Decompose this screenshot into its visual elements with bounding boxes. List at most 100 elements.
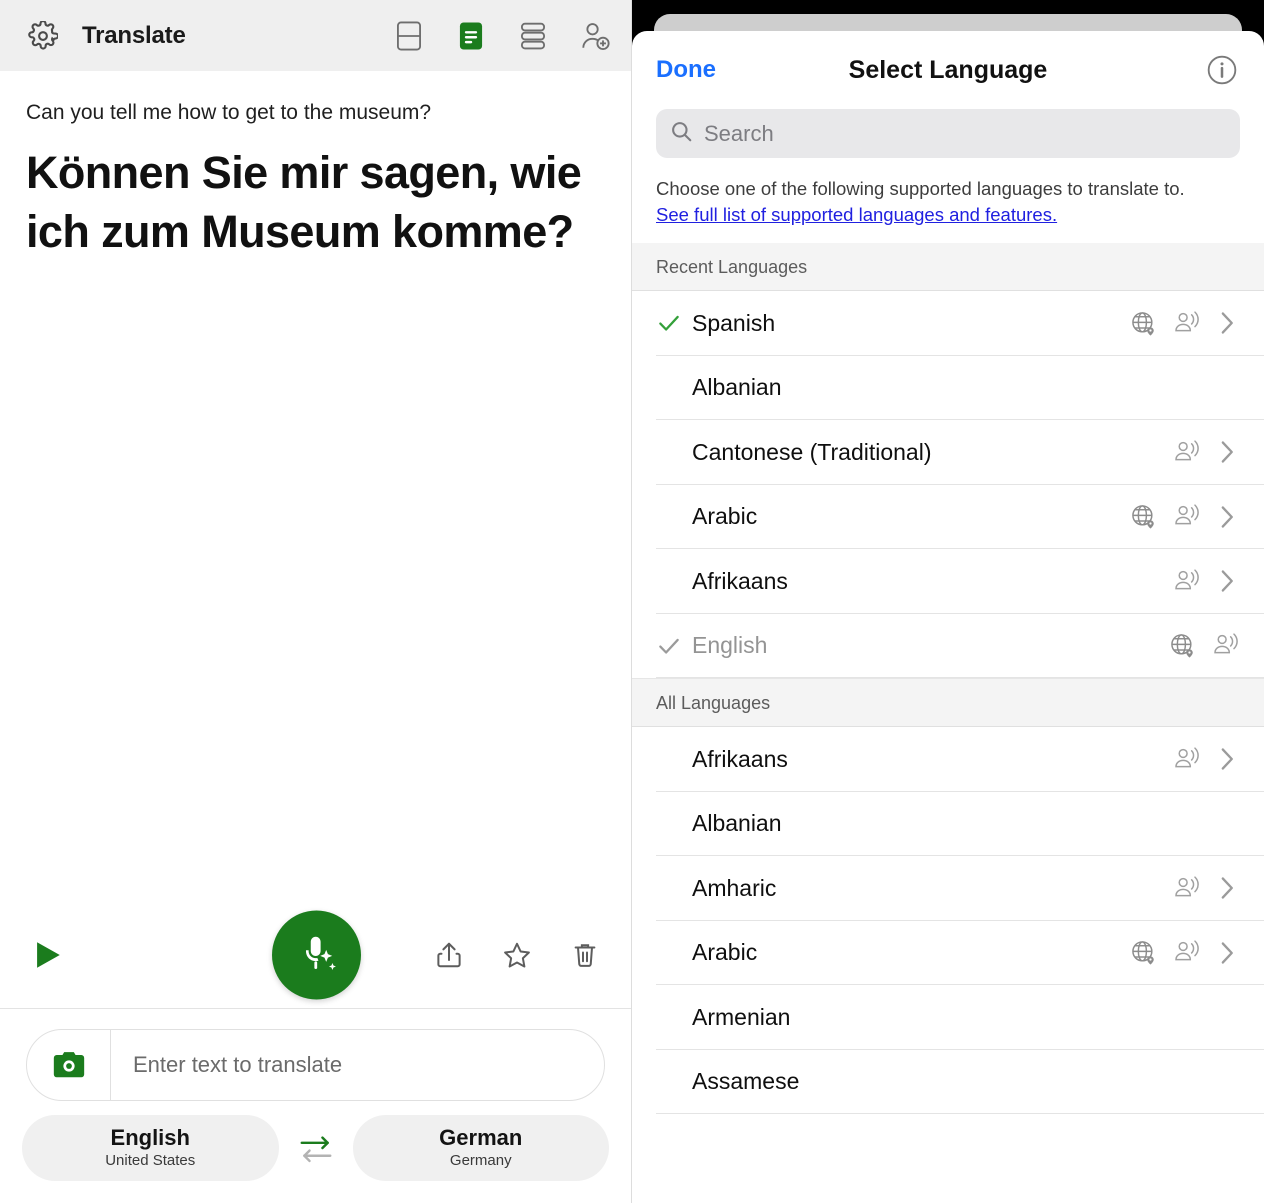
section-header: All Languages [632, 678, 1264, 728]
globe-location-icon [1167, 631, 1197, 661]
chevron-right-icon[interactable] [1214, 566, 1240, 596]
speaking-person-icon [1171, 308, 1201, 338]
language-item-icons [1128, 308, 1240, 338]
language-item-icons [1167, 631, 1240, 661]
secondary-actions [429, 935, 605, 975]
language-name: Afrikaans [692, 745, 788, 772]
language-item-icons [1171, 437, 1240, 467]
language-item-icons [1171, 744, 1240, 774]
chevron-right-icon[interactable] [1214, 873, 1240, 903]
document-translate-icon[interactable] [453, 18, 489, 54]
language-name: Albanian [692, 810, 782, 837]
language-item-icons [1128, 502, 1240, 532]
translation-content: Can you tell me how to get to the museum… [0, 71, 631, 901]
language-name: Afrikaans [692, 567, 788, 594]
translated-text: Können Sie mir sagen, wie ich zum Museum… [26, 147, 582, 257]
chevron-right-icon[interactable] [1214, 744, 1240, 774]
trash-icon[interactable] [565, 935, 605, 975]
translate-app-screen: Translate Can you tell me how to get to … [0, 0, 1264, 1203]
star-icon[interactable] [497, 935, 537, 975]
speaking-person-icon [1171, 938, 1201, 968]
globe-location-icon [1128, 938, 1158, 968]
search-section: Search [632, 109, 1264, 158]
mic-sparkle-button[interactable] [272, 910, 361, 999]
select-language-sheet: Done Select Language Search Choose one o… [632, 31, 1264, 1203]
speaking-person-icon [1171, 566, 1201, 596]
translate-input-placeholder[interactable]: Enter text to translate [111, 1052, 604, 1078]
source-language-region: United States [105, 1151, 196, 1169]
speaking-person-icon [1171, 437, 1201, 467]
language-list-item[interactable]: Albanian [632, 355, 1264, 421]
target-language-chip[interactable]: German Germany [352, 1115, 609, 1181]
language-list-item[interactable]: Albanian [632, 791, 1264, 857]
stacked-list-icon[interactable] [515, 18, 551, 54]
app-toolbar: Translate [0, 0, 631, 71]
done-button[interactable]: Done [656, 56, 716, 84]
language-list-item: English [632, 613, 1264, 679]
language-item-icons [1128, 938, 1240, 968]
text-input-row: Enter text to translate [0, 1009, 631, 1115]
split-view-icon[interactable] [391, 18, 427, 54]
add-person-icon[interactable] [577, 18, 613, 54]
info-circle-icon[interactable] [1204, 52, 1240, 88]
camera-icon[interactable] [27, 1030, 111, 1100]
swap-arrows-icon[interactable] [289, 1121, 343, 1175]
language-list-item[interactable]: Spanish [632, 291, 1264, 356]
search-icon [670, 120, 693, 148]
check-icon [656, 310, 692, 336]
app-toolbar-left: Translate [26, 19, 186, 53]
language-list-item[interactable]: Arabic [632, 920, 1264, 986]
language-name: Amharic [692, 874, 777, 901]
chevron-right-icon[interactable] [1214, 437, 1240, 467]
language-name: Arabic [692, 939, 758, 966]
app-toolbar-right [391, 18, 613, 54]
speaking-person-icon [1210, 631, 1240, 661]
language-name: Assamese [692, 1068, 800, 1095]
language-name: Armenian [692, 1003, 791, 1030]
target-language-region: Germany [449, 1151, 512, 1169]
language-selector-row: English United States German Germany [0, 1115, 631, 1203]
chevron-right-icon[interactable] [1214, 502, 1240, 532]
supported-languages-link[interactable]: See full list of supported languages and… [656, 202, 1057, 228]
translate-main-panel: Translate Can you tell me how to get to … [0, 0, 632, 1203]
page-title: Translate [82, 21, 186, 49]
translate-input-pill[interactable]: Enter text to translate [26, 1029, 605, 1101]
supported-languages-note: Choose one of the following supported la… [632, 158, 1264, 243]
language-list-item[interactable]: Cantonese (Traditional) [632, 420, 1264, 485]
language-list-item[interactable]: Arabic [632, 484, 1264, 550]
source-language-name: English [110, 1124, 190, 1150]
sheet-header: Done Select Language [632, 31, 1264, 109]
share-icon[interactable] [429, 935, 469, 975]
chevron-right-icon[interactable] [1214, 938, 1240, 968]
language-name: Albanian [692, 374, 782, 401]
language-name: Spanish [692, 309, 776, 336]
language-list-item[interactable]: Armenian [632, 985, 1264, 1050]
speaking-person-icon [1171, 744, 1201, 774]
language-name: Arabic [692, 503, 758, 530]
language-list-item[interactable]: Afrikaans [632, 727, 1264, 792]
speaking-person-icon [1171, 502, 1201, 532]
play-icon[interactable] [26, 934, 68, 976]
language-name: English [692, 632, 768, 659]
language-item-icons [1171, 873, 1240, 903]
translation-actions [0, 901, 631, 1009]
language-list-item[interactable]: Assamese [632, 1049, 1264, 1115]
search-placeholder: Search [704, 120, 774, 146]
chevron-right-icon[interactable] [1214, 308, 1240, 338]
sheet-title: Select Language [848, 55, 1048, 84]
note-text: Choose one of the following supported la… [656, 178, 1185, 199]
check-icon [656, 633, 692, 659]
search-input[interactable]: Search [656, 109, 1240, 158]
speaking-person-icon [1171, 873, 1201, 903]
language-item-icons [1171, 566, 1240, 596]
section-header: Recent Languages [632, 243, 1264, 292]
select-language-modal-panel: Done Select Language Search Choose one o… [632, 0, 1264, 1203]
language-name: Cantonese (Traditional) [692, 438, 932, 465]
target-language-name: German [439, 1124, 523, 1150]
language-list-item[interactable]: Amharic [632, 856, 1264, 921]
source-language-chip[interactable]: English United States [22, 1115, 279, 1181]
language-list-item[interactable]: Afrikaans [632, 549, 1264, 614]
language-list[interactable]: Recent Languages Spanish Albanian Cantonese… [632, 243, 1264, 1203]
gear-icon[interactable] [26, 19, 60, 53]
globe-location-icon [1128, 308, 1158, 338]
